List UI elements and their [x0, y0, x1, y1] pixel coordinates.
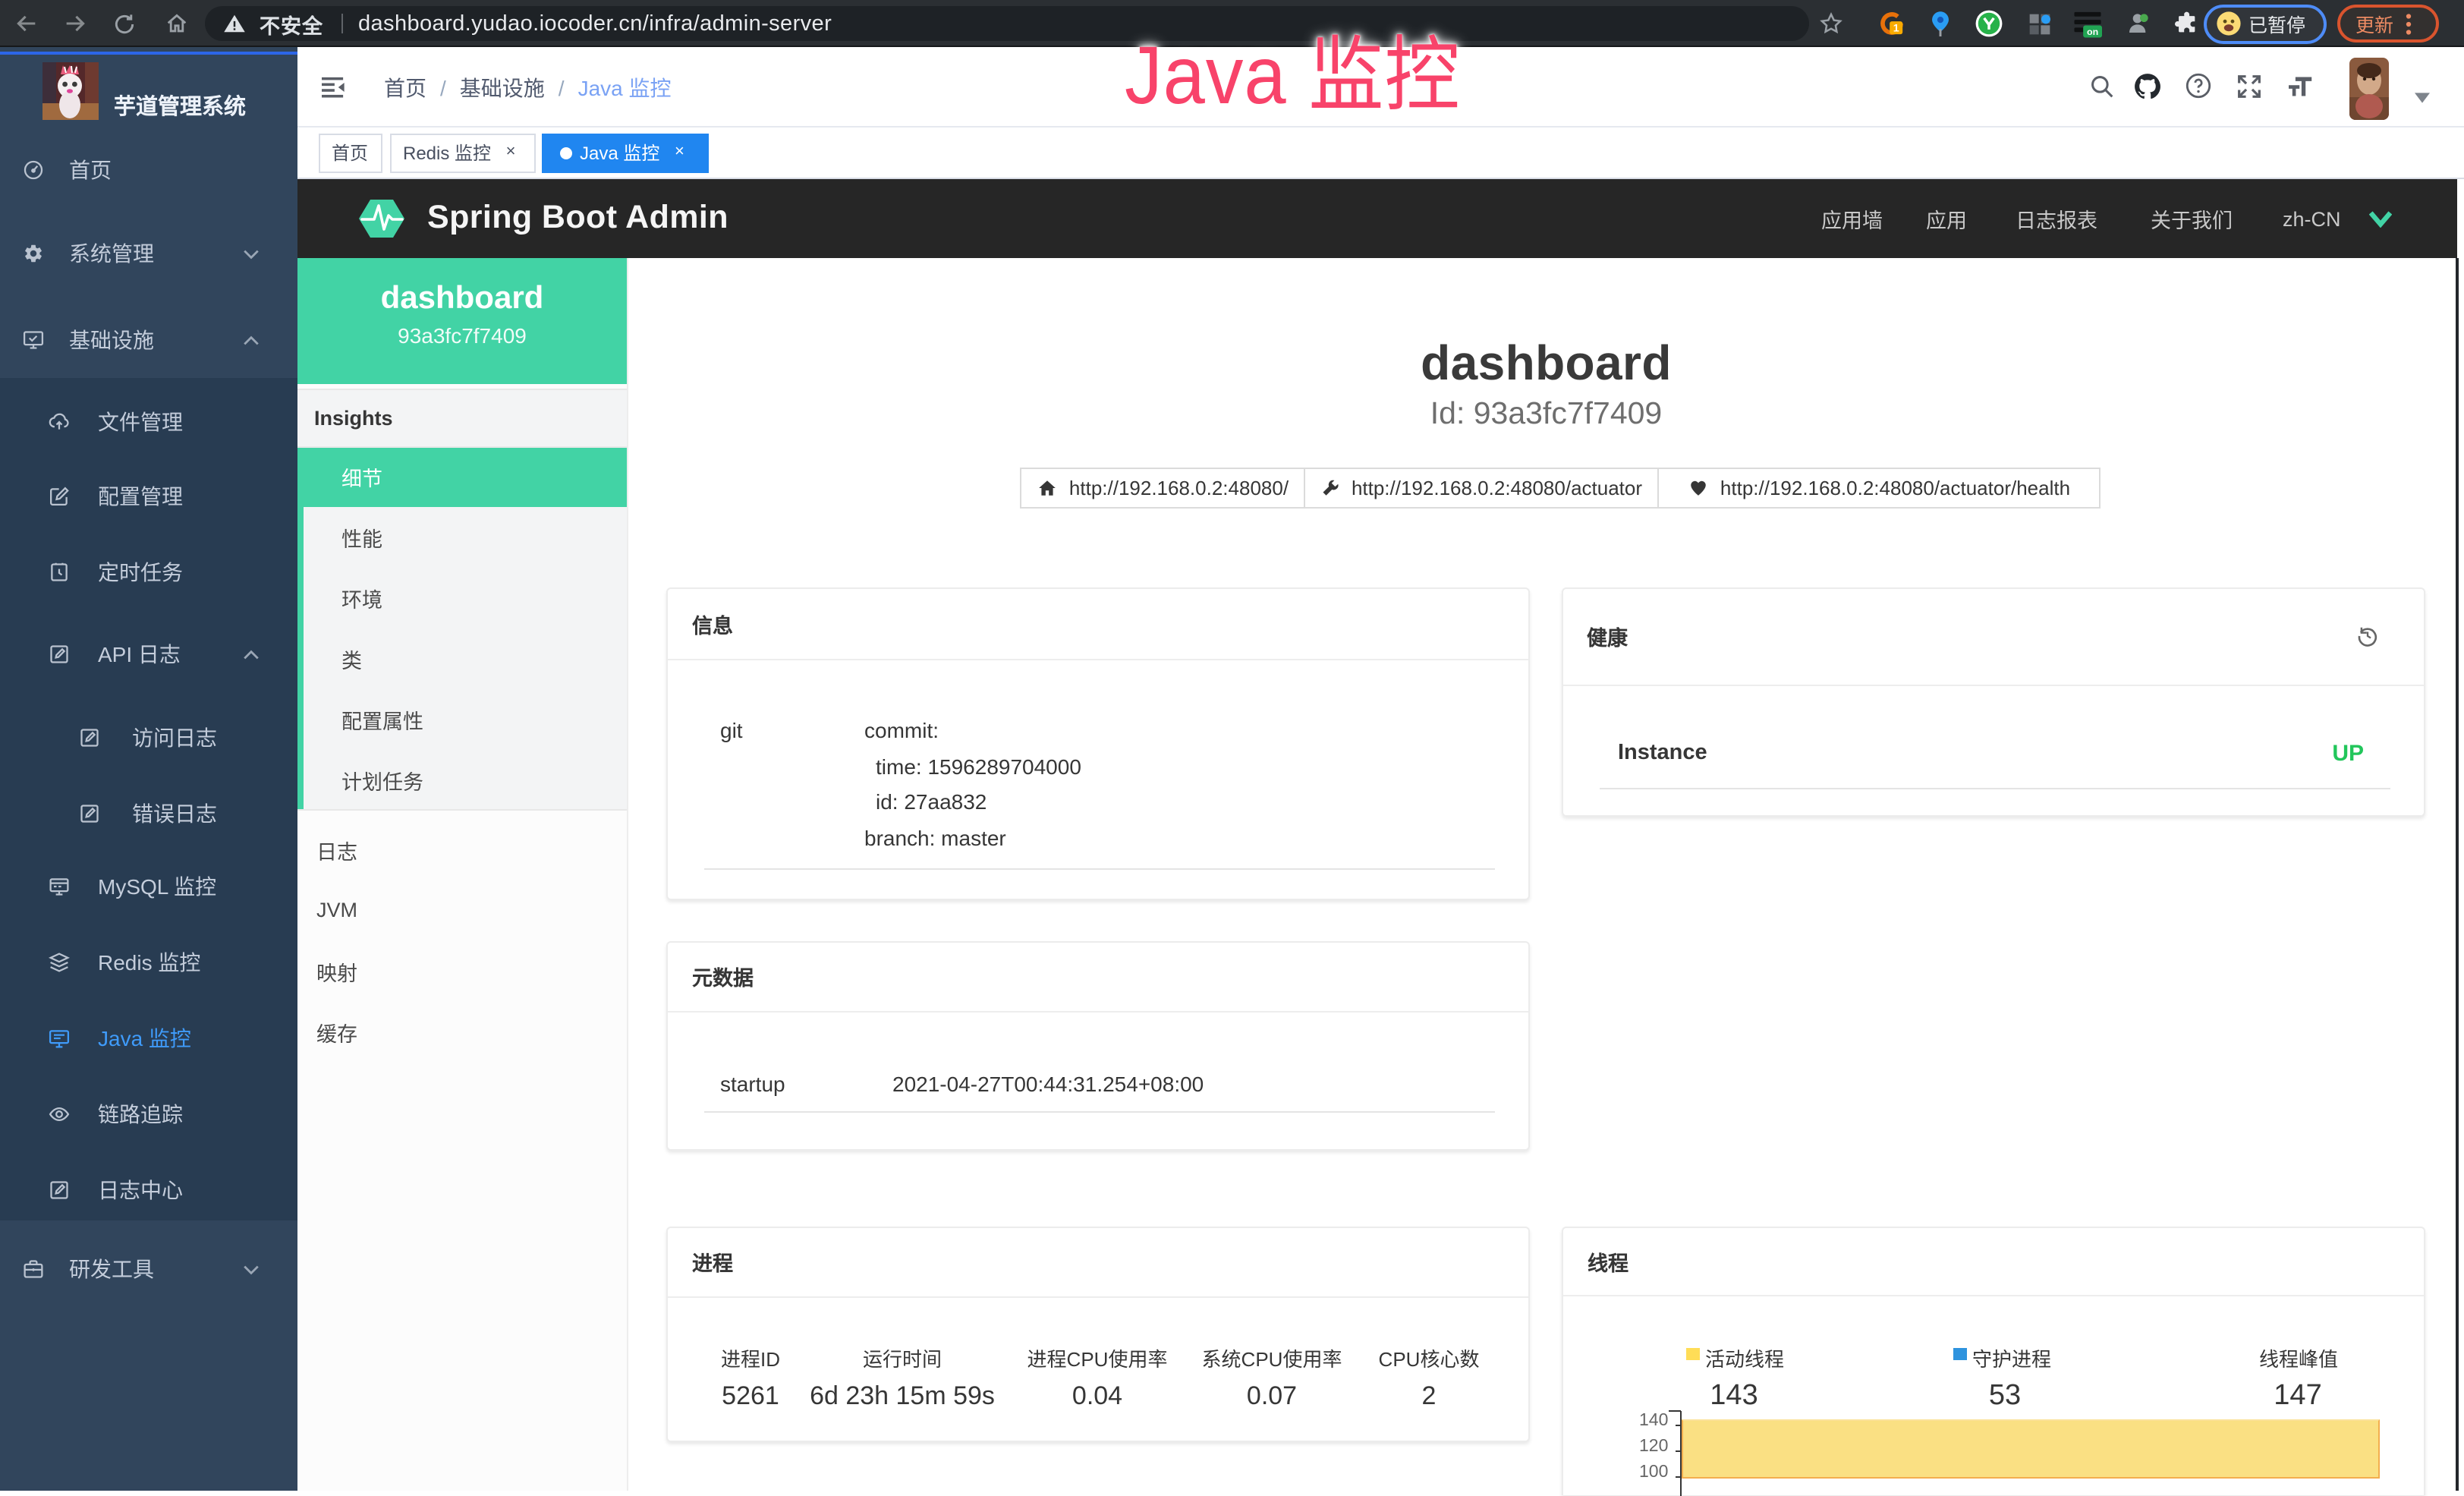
svg-text:1: 1: [1893, 23, 1899, 35]
svg-text:on: on: [2086, 26, 2097, 36]
